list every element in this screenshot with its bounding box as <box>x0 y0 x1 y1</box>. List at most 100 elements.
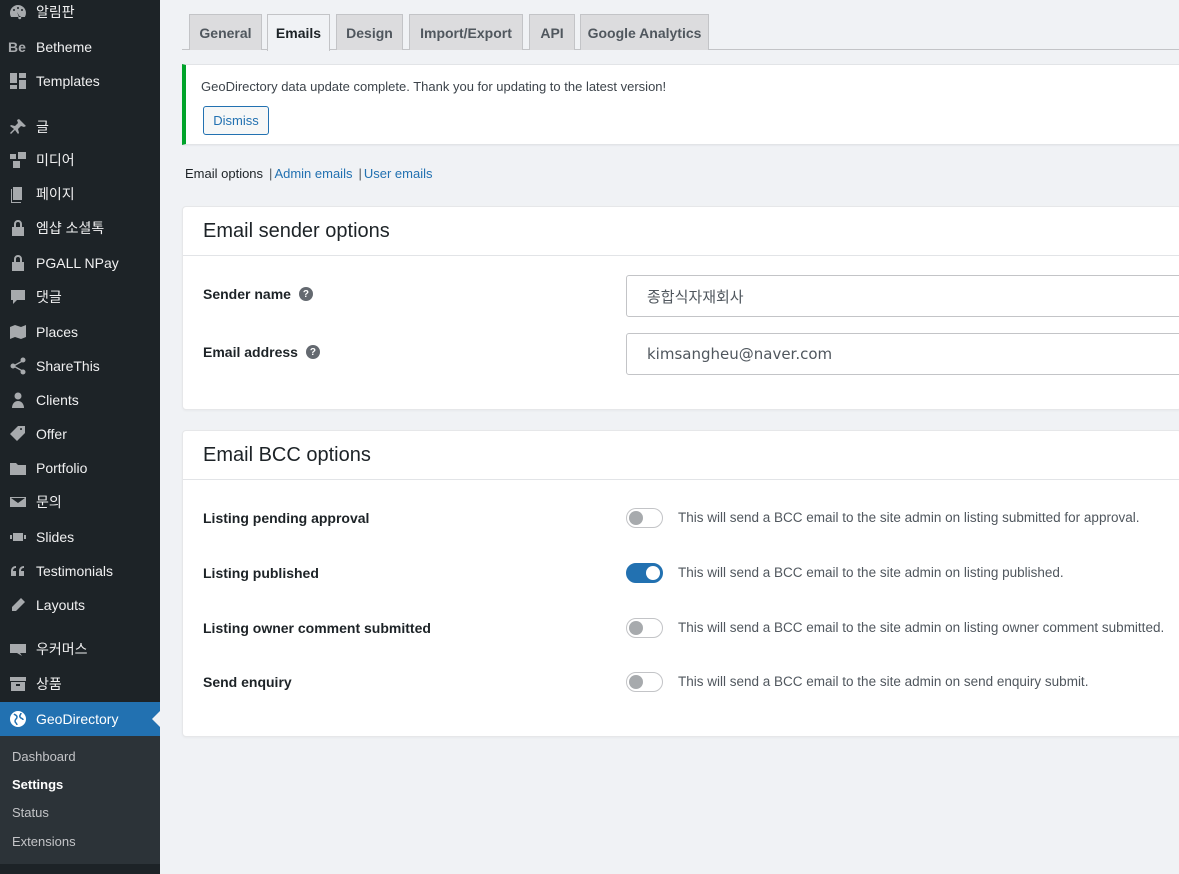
tab-emails[interactable]: Emails <box>267 14 330 51</box>
bcc-row-label: Listing published <box>203 565 319 581</box>
subnav-user-emails[interactable]: User emails <box>364 166 433 181</box>
sidebar-item[interactable]: Testimonials <box>0 554 160 588</box>
comment-icon <box>0 287 36 307</box>
sidebar-item[interactable]: GeoDirectory <box>0 702 160 736</box>
submenu-settings[interactable]: Settings <box>12 777 63 792</box>
card-divider <box>183 479 1179 480</box>
tab-google-analytics[interactable]: Google Analytics <box>580 14 709 50</box>
sidebar-item-label: Slides <box>36 529 75 545</box>
field-label-text: Email address <box>203 344 298 360</box>
help-icon[interactable]: ? <box>298 287 313 301</box>
sidebar-item[interactable]: Clients <box>0 383 160 417</box>
subnav-admin-emails[interactable]: Admin emails <box>274 166 352 181</box>
sidebar-item[interactable]: Portfolio <box>0 451 160 485</box>
sidebar-item[interactable]: 페이지 <box>0 177 160 211</box>
sidebar-item[interactable]: PGALL NPay <box>0 246 160 280</box>
sidebar-item[interactable]: Layouts <box>0 588 160 622</box>
lock-icon <box>0 253 36 273</box>
quote-icon <box>0 561 36 581</box>
subnav-email-options[interactable]: Email options <box>185 166 263 181</box>
toggle-knob <box>629 511 643 525</box>
dismiss-button[interactable]: Dismiss <box>203 106 269 135</box>
sidebar-item[interactable]: 엠샵 소셜톡 <box>0 211 160 245</box>
sender-name-label: Sender name ? <box>203 286 313 302</box>
sidebar-item-label: Clients <box>36 392 79 408</box>
templates-icon <box>0 71 36 91</box>
bcc-row-description: This will send a BCC email to the site a… <box>678 565 1064 580</box>
sidebar-item[interactable]: ShareThis <box>0 349 160 383</box>
bcc-toggle[interactable] <box>626 618 663 638</box>
bcc-row-label: Listing owner comment submitted <box>203 620 431 636</box>
submenu-dashboard[interactable]: Dashboard <box>12 749 76 764</box>
sender-name-input[interactable] <box>626 275 1179 317</box>
user-icon <box>0 390 36 410</box>
toggle-knob <box>629 675 643 689</box>
mail-icon <box>0 492 36 512</box>
sidebar-item[interactable]: Slides <box>0 520 160 554</box>
pencil-icon <box>0 595 36 615</box>
svg-text:Be: Be <box>8 39 26 55</box>
sidebar-item-label: GeoDirectory <box>36 711 119 727</box>
sidebar-item-label: PGALL NPay <box>36 255 119 271</box>
tab-api[interactable]: API <box>529 14 575 50</box>
email-subnav: Email options | Admin emails | User emai… <box>185 166 432 181</box>
bcc-row-description: This will send a BCC email to the site a… <box>678 674 1089 689</box>
sidebar-item[interactable]: 미디어 <box>0 143 160 177</box>
tab-design[interactable]: Design <box>336 14 403 50</box>
archive-icon <box>0 674 36 694</box>
sidebar-item-label: 페이지 <box>36 186 75 202</box>
help-icon[interactable]: ? <box>305 345 320 359</box>
email-address-label: Email address ? <box>203 344 320 360</box>
submenu-extensions[interactable]: Extensions <box>12 834 76 849</box>
sidebar-item-label: 문의 <box>36 494 62 510</box>
sidebar-item[interactable]: Templates <box>0 64 160 98</box>
sidebar-item[interactable]: Places <box>0 315 160 349</box>
field-label-text: Sender name <box>203 286 291 302</box>
admin-sidebar: 알림판 Be Betheme Templates 글미디어페이지엠샵 소셜톡 PGALL … <box>0 0 160 874</box>
sidebar-item-label: 상품 <box>36 676 62 692</box>
sidebar-item[interactable]: 댓글 <box>0 280 160 314</box>
sidebar-item[interactable]: 글 <box>0 110 160 144</box>
tab-general[interactable]: General <box>189 14 262 50</box>
email-bcc-card: Email BCC options Listing pending approv… <box>182 430 1179 737</box>
sidebar-item-label: Layouts <box>36 597 86 613</box>
subnav-separator: | <box>358 166 362 181</box>
notice-text: GeoDirectory data update complete. Thank… <box>201 79 667 94</box>
sidebar-item-label: 우커머스 <box>36 641 88 657</box>
sidebar-item-label: 미디어 <box>36 152 75 168</box>
settings-tabs: General Emails Design Import/Export API … <box>182 14 1179 51</box>
card-title: Email BCC options <box>203 444 371 466</box>
betheme-icon: Be <box>0 37 36 57</box>
sidebar-item-label: Betheme <box>36 39 93 55</box>
sidebar-item-label: Places <box>36 324 79 340</box>
sidebar-item[interactable]: Offer <box>0 417 160 451</box>
sidebar-item-label: ShareThis <box>36 358 100 374</box>
sidebar-item-label: Portfolio <box>36 460 88 476</box>
places-icon <box>0 322 36 342</box>
sidebar-item[interactable]: Be Betheme <box>0 30 160 64</box>
email-address-input[interactable] <box>626 333 1179 375</box>
bcc-row-description: This will send a BCC email to the site a… <box>678 510 1140 525</box>
sidebar-item[interactable]: 상품 <box>0 667 160 701</box>
bcc-toggle[interactable] <box>626 563 663 583</box>
card-title: Email sender options <box>203 220 390 242</box>
bcc-toggle[interactable] <box>626 672 663 692</box>
update-notice: GeoDirectory data update complete. Thank… <box>182 64 1179 145</box>
submenu-status[interactable]: Status <box>12 805 49 820</box>
toggle-knob <box>646 566 660 580</box>
sidebar-item[interactable]: 문의 <box>0 485 160 519</box>
sidebar-item-label: 엠샵 소셜톡 <box>36 220 105 236</box>
sidebar-item[interactable]: 우커머스 <box>0 632 160 666</box>
tab-import-export[interactable]: Import/Export <box>409 14 523 50</box>
slides-icon <box>0 527 36 547</box>
sidebar-item-label: 댓글 <box>36 289 62 305</box>
sidebar-item[interactable]: 알림판 <box>0 0 160 29</box>
card-divider <box>183 255 1179 256</box>
bcc-toggle[interactable] <box>626 508 663 528</box>
dashboard-icon <box>0 2 36 22</box>
sidebar-item-label: 글 <box>36 119 49 135</box>
sidebar-item-label: Templates <box>36 73 100 89</box>
lock-icon <box>0 218 36 238</box>
sidebar-item-label: 알림판 <box>36 4 75 20</box>
bcc-row-label: Send enquiry <box>203 674 292 690</box>
